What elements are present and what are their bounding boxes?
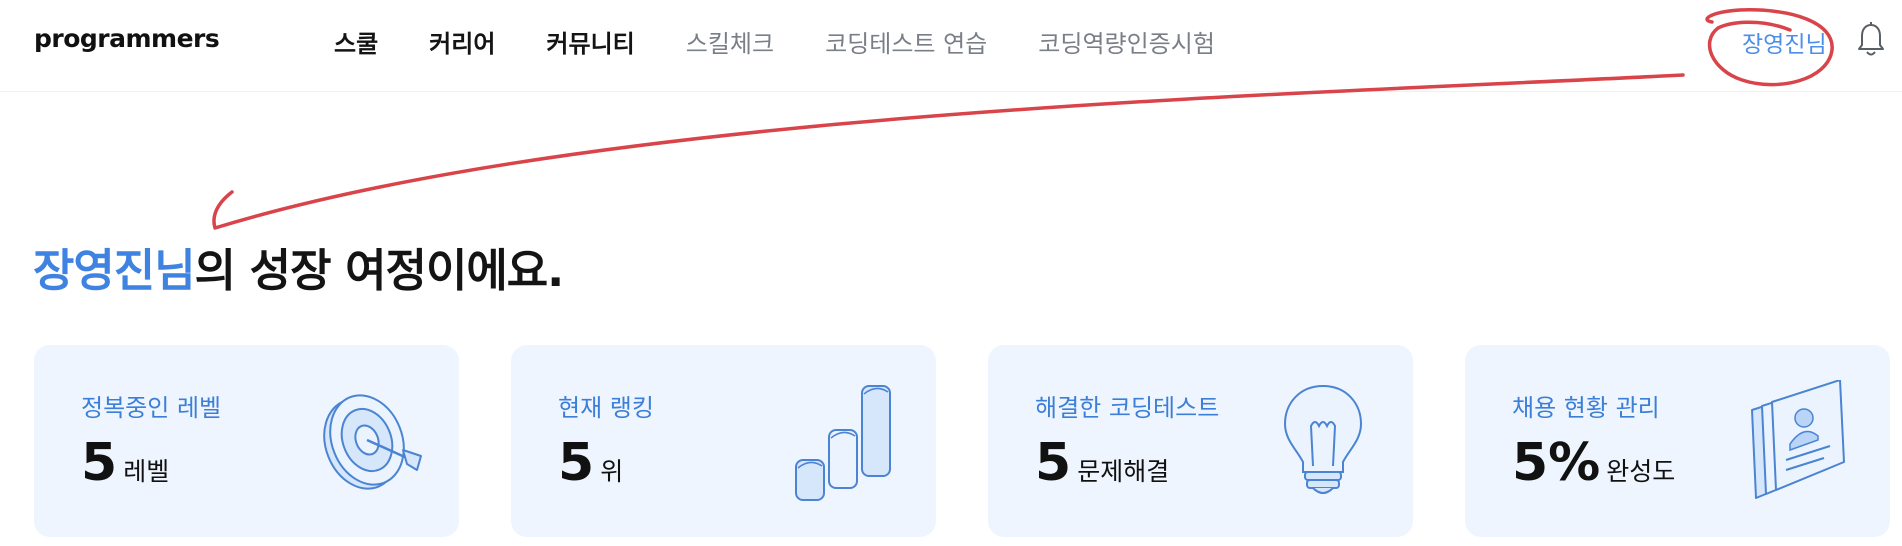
card-value-row: 5위 (558, 433, 623, 493)
card-value: 5% (1512, 433, 1601, 493)
card-label: 현재 랭킹 (558, 394, 654, 422)
card-unit: 문제해결 (1077, 457, 1170, 486)
card-current-level[interactable]: 정복중인 레벨 5 레벨 (34, 345, 459, 537)
card-current-ranking[interactable]: 현재 랭킹 5위 (511, 345, 936, 537)
target-icon (323, 394, 422, 490)
user-name-link[interactable]: 장영진님 (1742, 25, 1827, 59)
card-label: 채용 현황 관리 (1512, 394, 1660, 422)
nav-item-community[interactable]: 커뮤니티 (546, 24, 634, 59)
card-unit: 위 (600, 457, 624, 486)
card-unit: 레벨 (123, 457, 170, 486)
nav-item-career[interactable]: 커리어 (429, 24, 495, 59)
card-value-row: 5% 완성도 (1512, 433, 1675, 493)
card-hiring-status[interactable]: 채용 현황 관리 5% 완성도 (1465, 345, 1890, 537)
card-value-row: 5 레벨 (81, 433, 169, 493)
card-label: 해결한 코딩테스트 (1035, 394, 1220, 422)
programmers-logo[interactable]: programmers (34, 24, 220, 53)
card-value-row: 5 문제해결 (1035, 433, 1169, 493)
nav-item-coding-test-practice[interactable]: 코딩테스트 연습 (825, 24, 987, 59)
headline-user-name: 장영진님 (33, 244, 196, 297)
lightbulb-icon (1283, 384, 1363, 494)
card-value: 5 (81, 433, 118, 493)
nav-item-school[interactable]: 스쿨 (334, 24, 378, 59)
headline-text: 의 성장 여정이에요. (194, 244, 565, 297)
card-value: 5 (558, 433, 595, 493)
page-title: 장영진님의 성장 여정이에요. (33, 234, 565, 299)
top-navigation-bar: programmers 스쿨 커리어 커뮤니티 스킬체크 코딩테스트 연습 코딩… (0, 0, 1902, 92)
card-solved-coding-tests[interactable]: 해결한 코딩테스트 5 문제해결 (988, 345, 1413, 537)
nav-item-skill-check[interactable]: 스킬체크 (686, 24, 774, 59)
bell-icon[interactable] (1856, 20, 1886, 58)
bar-chart-icon (795, 385, 891, 501)
card-value: 5 (1035, 433, 1072, 493)
card-unit: 완성도 (1606, 457, 1676, 486)
card-label: 정복중인 레벨 (81, 394, 222, 422)
main-nav: 스쿨 커리어 커뮤니티 스킬체크 코딩테스트 연습 코딩역량인증시험 (334, 24, 1266, 59)
profile-cards-icon (1751, 380, 1845, 499)
nav-item-coding-certification-exam[interactable]: 코딩역량인증시험 (1038, 24, 1215, 59)
